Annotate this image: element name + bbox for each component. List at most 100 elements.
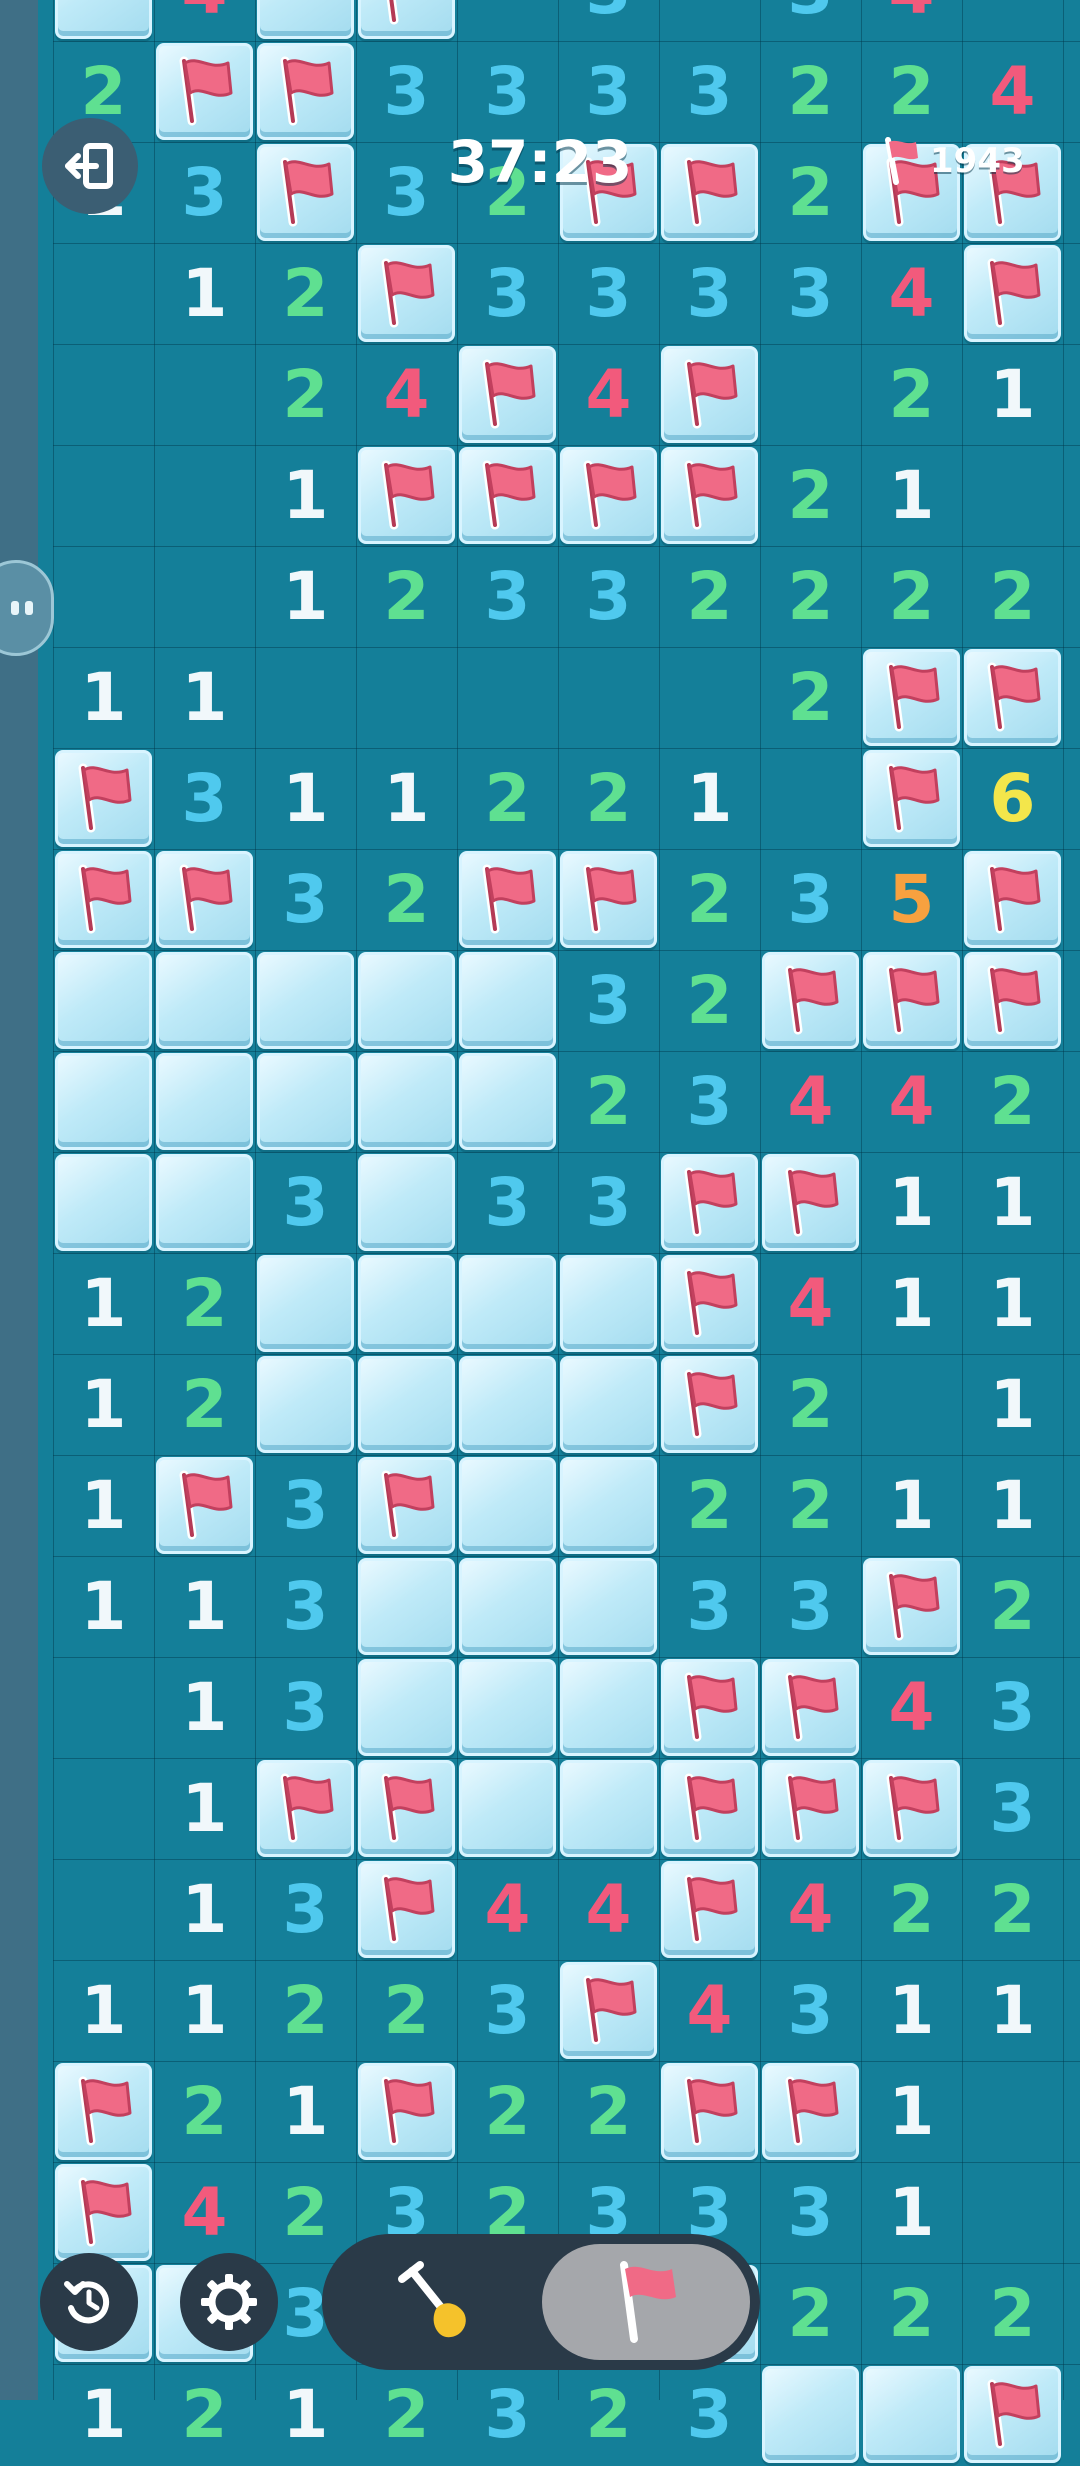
number-cell[interactable]: 2: [962, 1051, 1063, 1152]
number-cell[interactable]: 4: [861, 0, 962, 41]
number-cell[interactable]: 2: [760, 546, 861, 647]
number-cell[interactable]: 4: [861, 1051, 962, 1152]
revealed-empty-cell[interactable]: [962, 0, 1063, 41]
revealed-empty-cell[interactable]: [154, 445, 255, 546]
covered-tile[interactable]: [560, 1558, 657, 1655]
covered-tile[interactable]: [560, 1356, 657, 1453]
number-cell[interactable]: 1: [962, 1455, 1063, 1556]
number-cell[interactable]: 1: [154, 1556, 255, 1657]
flagged-cell[interactable]: [457, 849, 558, 950]
number-cell[interactable]: 1: [154, 1960, 255, 2061]
number-cell[interactable]: 2: [659, 1455, 760, 1556]
covered-cell[interactable]: [53, 1051, 154, 1152]
number-cell[interactable]: 1: [53, 1960, 154, 2061]
flagged-cell[interactable]: [558, 849, 659, 950]
covered-cell[interactable]: [255, 1253, 356, 1354]
flagged-cell[interactable]: [356, 0, 457, 41]
covered-tile[interactable]: [459, 1053, 556, 1150]
number-cell[interactable]: 2: [457, 2061, 558, 2162]
number-cell[interactable]: 1: [861, 1455, 962, 1556]
covered-cell[interactable]: [558, 1657, 659, 1758]
number-cell[interactable]: 1: [962, 1354, 1063, 1455]
number-cell[interactable]: 4: [558, 344, 659, 445]
number-cell[interactable]: 1: [53, 1354, 154, 1455]
covered-cell[interactable]: [356, 1354, 457, 1455]
revealed-empty-cell[interactable]: [53, 546, 154, 647]
mode-toggle[interactable]: [322, 2234, 760, 2370]
flagged-cell[interactable]: [659, 142, 760, 243]
revealed-empty-cell[interactable]: [760, 344, 861, 445]
covered-cell[interactable]: [356, 1051, 457, 1152]
number-cell[interactable]: 2: [558, 2364, 659, 2465]
covered-tile[interactable]: [55, 1154, 152, 1251]
revealed-empty-cell[interactable]: [356, 647, 457, 748]
flagged-cell[interactable]: [659, 2061, 760, 2162]
flagged-cell[interactable]: [154, 1455, 255, 1556]
number-cell[interactable]: 1: [255, 2364, 356, 2465]
covered-cell[interactable]: [457, 950, 558, 1051]
flagged-cell[interactable]: [861, 1556, 962, 1657]
number-cell[interactable]: 1: [53, 2364, 154, 2465]
number-cell[interactable]: 2: [760, 445, 861, 546]
covered-cell[interactable]: [558, 1354, 659, 1455]
covered-tile[interactable]: [257, 952, 354, 1049]
covered-cell[interactable]: [457, 1253, 558, 1354]
side-drawer-handle[interactable]: [0, 560, 54, 656]
flagged-cell[interactable]: [760, 2061, 861, 2162]
flagged-cell[interactable]: [659, 445, 760, 546]
number-cell[interactable]: 3: [558, 546, 659, 647]
number-cell[interactable]: 2: [760, 41, 861, 142]
number-cell[interactable]: 2: [962, 1556, 1063, 1657]
covered-tile[interactable]: [55, 1053, 152, 1150]
number-cell[interactable]: 3: [558, 41, 659, 142]
flagged-cell[interactable]: [53, 748, 154, 849]
number-cell[interactable]: 4: [861, 1657, 962, 1758]
number-cell[interactable]: 3: [457, 1960, 558, 2061]
number-cell[interactable]: 1: [861, 445, 962, 546]
number-cell[interactable]: 2: [356, 849, 457, 950]
number-cell[interactable]: 3: [255, 1152, 356, 1253]
flagged-cell[interactable]: [962, 849, 1063, 950]
number-cell[interactable]: 2: [356, 1960, 457, 2061]
number-cell[interactable]: 3: [659, 2364, 760, 2465]
covered-cell[interactable]: [356, 950, 457, 1051]
flagged-cell[interactable]: [760, 950, 861, 1051]
covered-cell[interactable]: [457, 1455, 558, 1556]
number-cell[interactable]: 2: [861, 546, 962, 647]
number-cell[interactable]: 1: [53, 1455, 154, 1556]
flagged-cell[interactable]: [356, 445, 457, 546]
number-cell[interactable]: 1: [255, 445, 356, 546]
number-cell[interactable]: 3: [154, 748, 255, 849]
exit-button[interactable]: [42, 118, 138, 214]
flagged-cell[interactable]: [962, 647, 1063, 748]
number-cell[interactable]: 3: [255, 1455, 356, 1556]
flagged-cell[interactable]: [558, 445, 659, 546]
covered-cell[interactable]: [457, 1758, 558, 1859]
number-cell[interactable]: 4: [154, 2162, 255, 2263]
number-cell[interactable]: 1: [861, 1253, 962, 1354]
flagged-cell[interactable]: [457, 344, 558, 445]
number-cell[interactable]: 3: [659, 1051, 760, 1152]
number-cell[interactable]: 1: [154, 1758, 255, 1859]
flagged-cell[interactable]: [53, 2061, 154, 2162]
covered-cell[interactable]: [457, 1556, 558, 1657]
covered-cell[interactable]: [558, 1455, 659, 1556]
number-cell[interactable]: 2: [962, 2263, 1063, 2364]
number-cell[interactable]: 1: [962, 1960, 1063, 2061]
number-cell[interactable]: 3: [356, 41, 457, 142]
covered-tile[interactable]: [459, 1659, 556, 1756]
number-cell[interactable]: 4: [760, 1051, 861, 1152]
revealed-empty-cell[interactable]: [53, 1859, 154, 1960]
revealed-empty-cell[interactable]: [154, 546, 255, 647]
number-cell[interactable]: 2: [659, 546, 760, 647]
number-cell[interactable]: 1: [861, 2061, 962, 2162]
covered-tile[interactable]: [863, 2366, 960, 2463]
number-cell[interactable]: 1: [154, 243, 255, 344]
flagged-cell[interactable]: [154, 849, 255, 950]
revealed-empty-cell[interactable]: [962, 445, 1063, 546]
revealed-empty-cell[interactable]: [53, 243, 154, 344]
revealed-empty-cell[interactable]: [53, 1657, 154, 1758]
number-cell[interactable]: 2: [255, 2162, 356, 2263]
number-cell[interactable]: 2: [356, 2364, 457, 2465]
covered-cell[interactable]: [457, 1354, 558, 1455]
